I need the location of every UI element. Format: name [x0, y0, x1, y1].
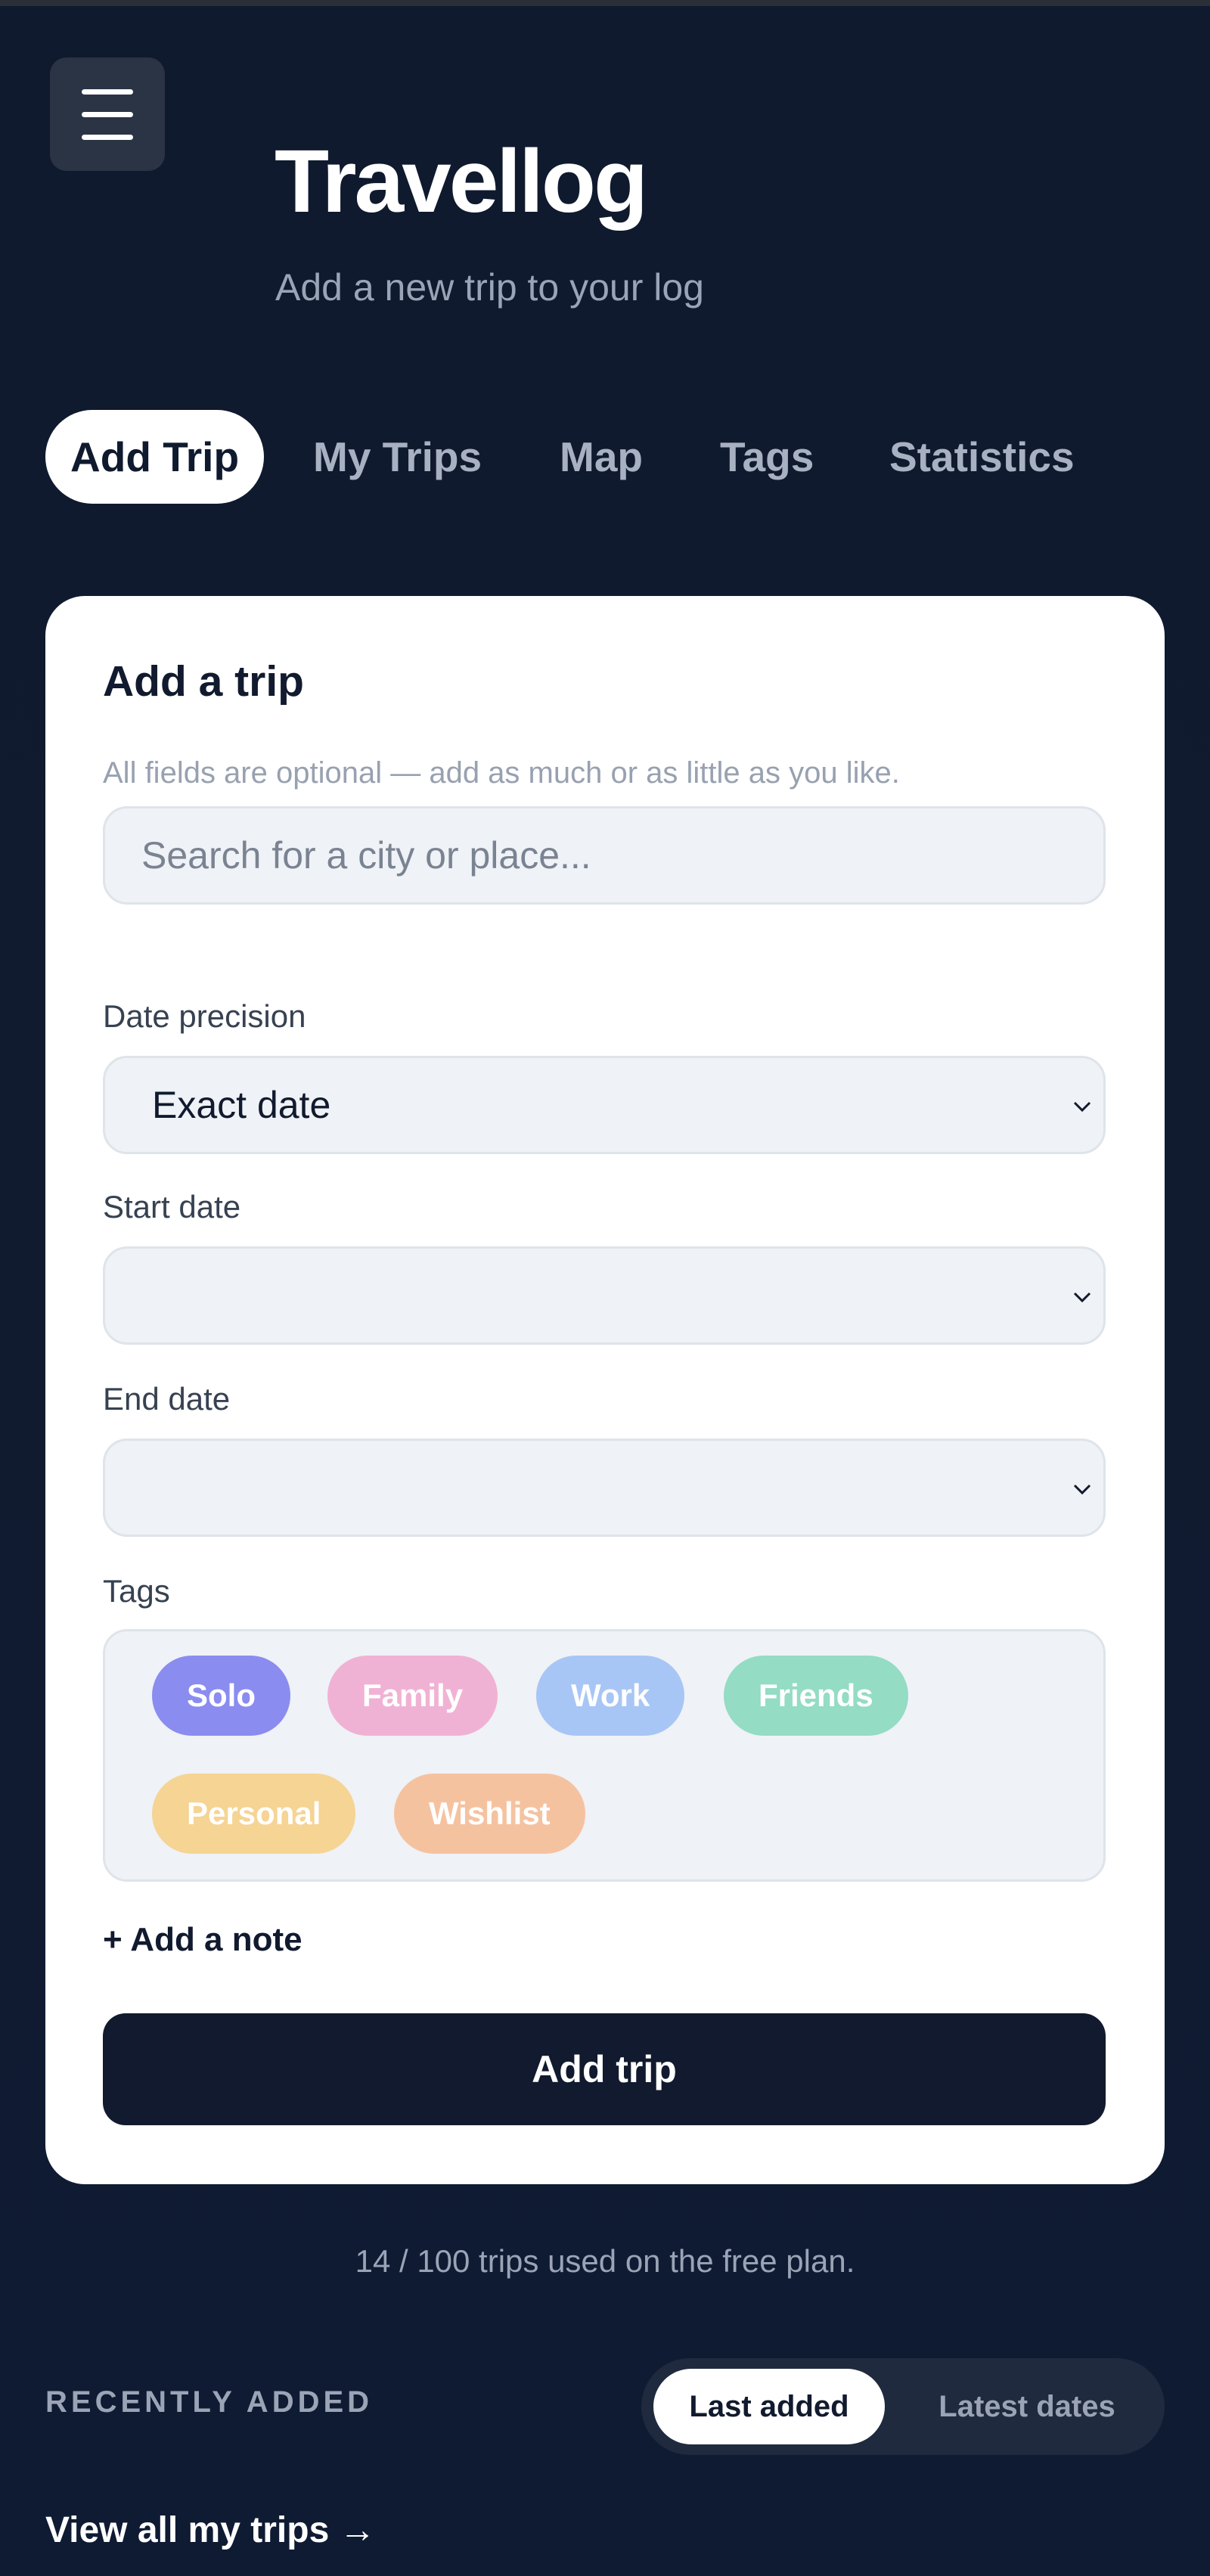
- tab-my-trips[interactable]: My Trips: [313, 410, 482, 504]
- chevron-down-icon: [1073, 1292, 1091, 1303]
- tag-friends[interactable]: Friends: [724, 1656, 908, 1736]
- start-date-field[interactable]: [103, 1246, 1106, 1345]
- tag-work[interactable]: Work: [536, 1656, 685, 1736]
- tags-picker: Solo Family Work Friends Personal Wishli…: [103, 1629, 1106, 1882]
- date-precision-label: Date precision: [103, 998, 306, 1034]
- date-precision-value: Exact date: [152, 1084, 331, 1126]
- add-trip-button[interactable]: Add trip: [103, 2013, 1106, 2125]
- place-search-input[interactable]: Search for a city or place...: [103, 806, 1106, 905]
- tab-add-trip[interactable]: Add Trip: [45, 410, 265, 504]
- plan-usage-text: 14 / 100 trips used on the free plan.: [355, 2243, 855, 2279]
- tag-wishlist[interactable]: Wishlist: [394, 1774, 585, 1854]
- date-precision-select[interactable]: Exact date: [103, 1056, 1106, 1154]
- add-note-link[interactable]: + Add a note: [103, 1921, 302, 1959]
- add-trip-card: Add a trip All fields are optional — add…: [45, 596, 1165, 2184]
- tag-personal[interactable]: Personal: [152, 1774, 356, 1854]
- chevron-down-icon: [1073, 1484, 1091, 1495]
- tab-tags[interactable]: Tags: [720, 410, 814, 504]
- form-hint: All fields are optional — add as much or…: [103, 756, 900, 790]
- tab-map[interactable]: Map: [560, 410, 643, 504]
- hamburger-icon: [82, 89, 133, 95]
- tag-family[interactable]: Family: [327, 1656, 498, 1736]
- end-date-field[interactable]: [103, 1439, 1106, 1537]
- view-all-trips-link[interactable]: View all my trips →: [45, 2509, 376, 2551]
- sort-latest-dates[interactable]: Latest dates: [898, 2369, 1156, 2444]
- tags-label: Tags: [103, 1573, 170, 1609]
- tab-statistics[interactable]: Statistics: [889, 410, 1075, 504]
- sort-toggle: Last added Latest dates: [641, 2358, 1165, 2455]
- menu-button[interactable]: [50, 57, 165, 171]
- chevron-down-icon: [1073, 1101, 1091, 1113]
- start-date-label: Start date: [103, 1189, 241, 1224]
- tag-solo[interactable]: Solo: [152, 1656, 290, 1736]
- hamburger-line: [82, 112, 133, 117]
- search-placeholder: Search for a city or place...: [141, 834, 591, 877]
- app-title: Travellog: [275, 132, 648, 231]
- top-bar: [0, 0, 1210, 6]
- hamburger-line: [82, 135, 133, 140]
- card-title: Add a trip: [103, 657, 304, 706]
- sort-last-added[interactable]: Last added: [653, 2369, 885, 2444]
- recently-added-heading: RECENTLY ADDED: [45, 2385, 374, 2419]
- end-date-label: End date: [103, 1381, 231, 1417]
- app-subtitle: Add a new trip to your log: [275, 266, 704, 309]
